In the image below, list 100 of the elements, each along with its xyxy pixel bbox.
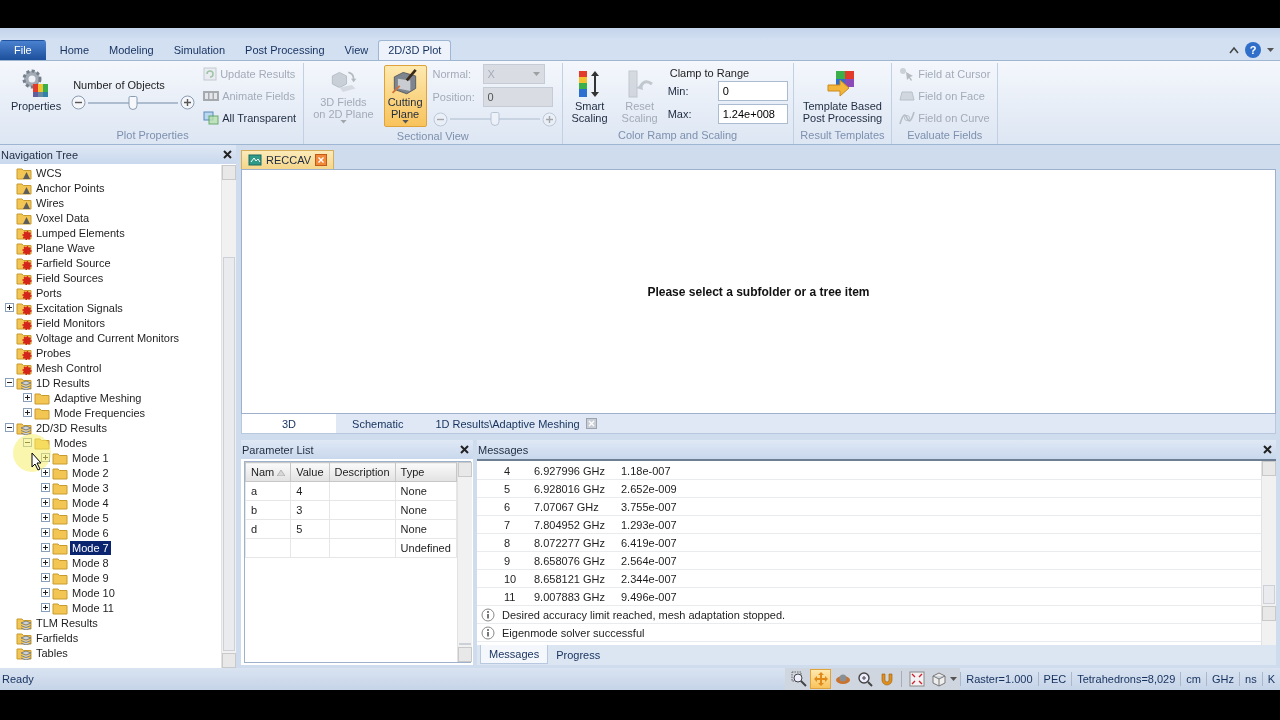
- minus-icon[interactable]: [71, 95, 87, 110]
- tree-item[interactable]: Field Monitors: [34, 315, 108, 330]
- input-field[interactable]: 0: [717, 81, 788, 101]
- ribbon-button[interactable]: Template Based Post Processing: [798, 64, 887, 127]
- close-icon[interactable]: [1263, 445, 1272, 454]
- tree-item[interactable]: Mesh Control: [34, 360, 104, 375]
- expander-icon[interactable]: [40, 498, 50, 507]
- ribbon-tab[interactable]: Home: [49, 40, 100, 60]
- folder-triangle-icon: [16, 180, 32, 195]
- tree-item[interactable]: Field Sources: [34, 270, 106, 285]
- expander-icon[interactable]: [40, 483, 50, 492]
- tree-item[interactable]: Probes: [34, 345, 73, 360]
- tree-item[interactable]: Tables: [34, 645, 70, 660]
- folder-icon: [52, 450, 68, 465]
- expander-icon[interactable]: [40, 543, 50, 552]
- tree-item[interactable]: Voltage and Current Monitors: [34, 330, 182, 345]
- ribbon-button[interactable]: Smart Scaling: [567, 64, 612, 127]
- expander-icon[interactable]: [40, 588, 50, 597]
- tree-item[interactable]: 2D/3D Results: [34, 420, 109, 435]
- tree-item[interactable]: Farfield Source: [34, 255, 113, 270]
- ribbon-button[interactable]: Properties: [7, 64, 66, 127]
- column-header[interactable]: Nam: [245, 462, 291, 482]
- folder-icon: [52, 480, 68, 495]
- viewport-tab[interactable]: 1D Results\Adaptive Meshing: [419, 414, 613, 433]
- ribbon-tab[interactable]: View: [334, 40, 379, 60]
- tree-item[interactable]: Excitation Signals: [34, 300, 125, 315]
- viewport-tab[interactable]: 3D: [242, 414, 337, 433]
- tree-item[interactable]: Mode 8: [70, 555, 111, 570]
- tree-item[interactable]: Adaptive Meshing: [52, 390, 144, 405]
- column-header[interactable]: Type: [395, 462, 457, 482]
- panel-title: Messages: [478, 443, 529, 456]
- tree-item[interactable]: Mode 9: [70, 570, 111, 585]
- toolbar-button[interactable]: [906, 669, 928, 689]
- panel-tab[interactable]: Progress: [548, 645, 609, 664]
- close-icon[interactable]: [223, 150, 232, 159]
- ribbon-button[interactable]: Cutting Plane: [383, 65, 427, 127]
- message-index: 6: [503, 500, 512, 513]
- viewport-message: Please select a subfolder or a tree item: [647, 284, 870, 299]
- field-label: Position:: [432, 90, 476, 103]
- expander-icon[interactable]: [40, 573, 50, 582]
- refresh-icon: [203, 66, 218, 81]
- tree-item[interactable]: Anchor Points: [34, 180, 107, 195]
- expander-icon[interactable]: [22, 408, 32, 417]
- document-tab[interactable]: RECCAV: [241, 150, 335, 169]
- tree-item[interactable]: TLM Results: [34, 615, 100, 630]
- ribbon-tab[interactable]: File: [0, 40, 46, 60]
- caret-icon[interactable]: [1267, 48, 1274, 52]
- tree-item[interactable]: Mode 6: [70, 525, 111, 540]
- tree-item[interactable]: Plane Wave: [34, 240, 97, 255]
- tree-item[interactable]: Lumped Elements: [34, 225, 127, 240]
- ribbon-tab[interactable]: 2D/3D Plot: [378, 40, 452, 60]
- scrollbar[interactable]: [221, 165, 236, 668]
- expander-icon[interactable]: [40, 528, 50, 537]
- table-cell: a: [245, 481, 291, 501]
- help-button[interactable]: ?: [1245, 42, 1261, 58]
- tree-item[interactable]: Mode Frequencies: [52, 405, 148, 420]
- expander-icon[interactable]: [4, 378, 14, 387]
- expander-icon[interactable]: [4, 423, 14, 432]
- input-field[interactable]: 1.24e+008: [717, 104, 788, 124]
- scrollbar[interactable]: [456, 462, 472, 662]
- plus-icon[interactable]: [180, 95, 196, 110]
- tree-item[interactable]: Mode 1: [70, 450, 111, 465]
- folder-gear-icon: [16, 225, 32, 240]
- expander-icon[interactable]: [40, 468, 50, 477]
- slider-thumb[interactable]: [128, 95, 138, 110]
- folder-triangle-icon: [16, 165, 32, 180]
- expander-icon[interactable]: [22, 393, 32, 402]
- expander-icon[interactable]: [40, 513, 50, 522]
- tree-item[interactable]: Voxel Data: [34, 210, 92, 225]
- expander-icon[interactable]: [4, 303, 14, 312]
- message-accuracy: 1.293e-007: [621, 518, 677, 531]
- tree-item[interactable]: Ports: [34, 285, 64, 300]
- tree-item[interactable]: Mode 4: [70, 495, 111, 510]
- tree-item[interactable]: Mode 5: [70, 510, 111, 525]
- tree-item[interactable]: Farfields: [34, 630, 81, 645]
- tree-item[interactable]: WCS: [34, 165, 64, 180]
- tree-item[interactable]: Wires: [34, 195, 67, 210]
- folder-stack-icon: [16, 420, 32, 435]
- tree-item[interactable]: Mode 2: [70, 465, 111, 480]
- folder-gear-icon: [16, 270, 32, 285]
- viewport-tab[interactable]: Schematic: [336, 414, 420, 433]
- tree-item[interactable]: Mode 3: [70, 480, 111, 495]
- tree-item[interactable]: Mode 7: [70, 540, 111, 555]
- column-header[interactable]: Value: [290, 462, 330, 482]
- tree-item[interactable]: Mode 10: [70, 585, 117, 600]
- close-icon[interactable]: [460, 445, 469, 454]
- ribbon-tab[interactable]: Post Processing: [235, 40, 335, 60]
- tree-item[interactable]: Mode 11: [70, 600, 116, 615]
- ribbon-tab[interactable]: Modeling: [99, 40, 164, 60]
- column-header[interactable]: Description: [329, 462, 396, 482]
- tree-item[interactable]: 1D Results: [34, 375, 92, 390]
- ribbon-button[interactable]: All Transparent: [201, 107, 299, 128]
- tree-item[interactable]: Modes: [52, 435, 90, 450]
- expander-icon[interactable]: [40, 603, 50, 612]
- expander-icon[interactable]: [40, 558, 50, 567]
- scrollbar[interactable]: [1261, 461, 1276, 645]
- panel-tab[interactable]: Messages: [480, 645, 549, 664]
- collapse-icon[interactable]: [1229, 46, 1239, 54]
- ribbon-tab[interactable]: Simulation: [163, 40, 236, 60]
- message-index: 4: [503, 464, 512, 477]
